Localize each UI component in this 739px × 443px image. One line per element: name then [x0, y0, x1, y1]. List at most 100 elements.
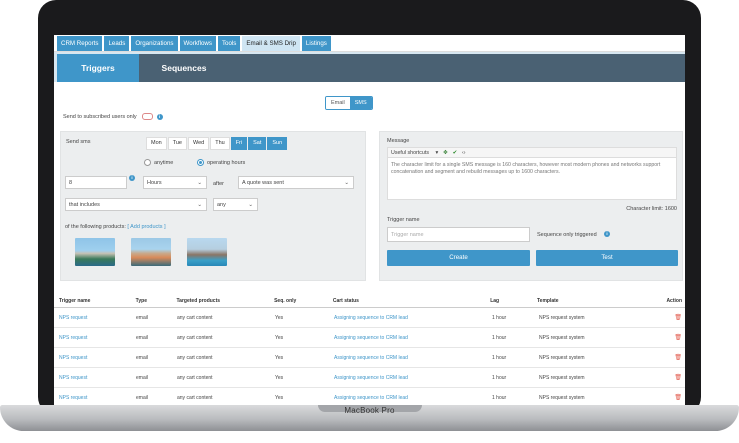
subscribed-only-label: Send to subscribed users only	[63, 113, 137, 120]
cart-status-link[interactable]: Assigning sequence to CRM lead	[334, 355, 492, 361]
top-nav: CRM Reports Leads Organizations Workflow…	[54, 35, 685, 52]
condition-value: that includes	[69, 202, 100, 208]
radio-anytime[interactable]: anytime	[144, 159, 173, 166]
product-thumbnail[interactable]	[131, 238, 171, 266]
cart-status-link[interactable]: Assigning sequence to CRM lead	[334, 315, 492, 321]
day-fri-button[interactable]: Fri	[230, 137, 248, 150]
schedule-panel: Send sms Mon Tue Wed Thu Fri Sat Sun any…	[60, 131, 366, 281]
tab-listings[interactable]: Listings	[301, 36, 331, 51]
event-value: A quote was sent	[242, 180, 284, 186]
condition-select[interactable]: that includes ⌄	[65, 198, 207, 211]
day-wed-button[interactable]: Wed	[187, 137, 210, 150]
day-sat-button[interactable]: Sat	[248, 137, 267, 150]
lag-amount-input[interactable]: 8	[65, 176, 127, 189]
trash-icon[interactable]: 🗑	[674, 355, 682, 361]
tab-workflows[interactable]: Workflows	[179, 36, 216, 51]
event-select[interactable]: A quote was sent ⌄	[238, 176, 354, 189]
add-products-link[interactable]: [ Add products ]	[127, 224, 165, 230]
tab-organizations[interactable]: Organizations	[131, 36, 178, 51]
tab-tools[interactable]: Tools	[217, 36, 241, 51]
radio-operating-label: operating hours	[207, 159, 246, 166]
cell-targeted: any cart content	[177, 314, 213, 321]
cell-lag: 1 hour	[492, 354, 507, 361]
trigger-name-label: Trigger name	[387, 217, 420, 223]
screen: CRM Reports Leads Organizations Workflow…	[54, 35, 685, 405]
subscribed-only-toggle[interactable]	[141, 113, 153, 120]
trash-icon[interactable]: 🗑	[674, 395, 682, 401]
cell-type: email	[136, 374, 148, 381]
cart-status-link[interactable]: Assigning sequence to CRM lead	[334, 375, 492, 381]
day-sun-button[interactable]: Sun	[267, 137, 288, 150]
tab-crm-reports[interactable]: CRM Reports	[57, 36, 103, 51]
table-row[interactable]: NPS request email any cart content Yes A…	[54, 328, 685, 348]
code-icon[interactable]: ‹›	[462, 148, 466, 158]
radio-operating-hours[interactable]: operating hours	[197, 159, 245, 166]
product-thumbnails	[75, 238, 243, 266]
col-template: Template	[536, 297, 559, 304]
info-icon[interactable]: i	[129, 175, 135, 181]
lag-unit-value: Hours	[147, 180, 162, 186]
shortcuts-dropdown[interactable]: Useful shortcuts ▾	[391, 148, 438, 158]
shield-check-icon[interactable]: ✔	[453, 148, 457, 158]
trigger-name-link[interactable]: NPS request	[54, 375, 136, 381]
channel-sms-button[interactable]: SMS	[349, 97, 372, 109]
cell-type: email	[136, 394, 148, 401]
trigger-name-link[interactable]: NPS request	[54, 355, 136, 361]
message-panel: Message Useful shortcuts ▾ ✥ ✔ ‹› The ch…	[379, 131, 683, 281]
radio-anytime-label: anytime	[154, 159, 174, 166]
channel-email-button[interactable]: Email	[326, 97, 350, 109]
col-cart-status: Cart status	[332, 297, 359, 304]
message-label: Message	[387, 138, 410, 144]
trigger-name-link[interactable]: NPS request	[54, 335, 136, 341]
cell-lag: 1 hour	[492, 374, 507, 381]
chevron-down-icon: ⌄	[248, 202, 253, 208]
tab-leads[interactable]: Leads	[104, 36, 130, 51]
cell-lag: 1 hour	[492, 334, 507, 341]
seq-only-label: Sequence only triggered	[537, 232, 597, 238]
trash-icon[interactable]: 🗑	[674, 375, 682, 381]
info-icon[interactable]: i	[604, 231, 610, 237]
tab-sequences[interactable]: Sequences	[139, 54, 229, 82]
table-row[interactable]: NPS request email any cart content Yes A…	[54, 388, 685, 405]
cell-template: NPS request system	[539, 314, 585, 321]
quantifier-value: any	[217, 202, 226, 208]
table-row[interactable]: NPS request email any cart content Yes A…	[54, 308, 685, 328]
cart-status-link[interactable]: Assigning sequence to CRM lead	[334, 395, 492, 401]
tab-email-sms-drip[interactable]: Email & SMS Drip	[242, 36, 300, 51]
product-thumbnail[interactable]	[75, 238, 115, 266]
cell-seq-only: Yes	[275, 314, 284, 321]
char-limit: Character limit: 1600	[626, 206, 677, 212]
trigger-name-input[interactable]: Trigger name	[387, 227, 530, 242]
trash-icon[interactable]: 🗑	[674, 335, 682, 341]
tab-triggers[interactable]: Triggers	[57, 54, 139, 82]
day-mon-button[interactable]: Mon	[146, 137, 167, 150]
message-textarea[interactable]: The character limit for a single SMS mes…	[387, 158, 677, 200]
fullscreen-icon[interactable]: ✥	[443, 148, 447, 158]
create-button[interactable]: Create	[387, 250, 530, 266]
cell-template: NPS request system	[539, 374, 585, 381]
day-tue-button[interactable]: Tue	[167, 137, 187, 150]
products-label: of the following products:	[65, 224, 126, 230]
test-button[interactable]: Test	[536, 250, 678, 266]
col-action: Action	[666, 297, 682, 304]
trigger-name-link[interactable]: NPS request	[54, 395, 136, 401]
product-thumbnail[interactable]	[187, 238, 227, 266]
trash-icon[interactable]: 🗑	[674, 315, 682, 321]
cell-seq-only: Yes	[275, 334, 284, 341]
table-row[interactable]: NPS request email any cart content Yes A…	[54, 348, 685, 368]
cell-targeted: any cart content	[177, 374, 213, 381]
triggers-table: Trigger name Type Targeted products Seq.…	[54, 294, 685, 405]
cart-status-link[interactable]: Assigning sequence to CRM lead	[334, 335, 492, 341]
cell-type: email	[136, 334, 148, 341]
cell-template: NPS request system	[539, 334, 585, 341]
trigger-name-link[interactable]: NPS request	[54, 315, 136, 321]
quantifier-select[interactable]: any ⌄	[213, 198, 258, 211]
day-thu-button[interactable]: Thu	[210, 137, 230, 150]
lag-unit-select[interactable]: Hours ⌄	[143, 176, 207, 189]
radio-dot-selected	[197, 159, 204, 166]
channel-switch: Email SMS	[325, 96, 373, 110]
info-icon[interactable]: i	[156, 113, 163, 120]
table-row[interactable]: NPS request email any cart content Yes A…	[54, 368, 685, 388]
col-lag: Lag	[490, 297, 500, 304]
chevron-down-icon: ⌄	[344, 180, 349, 186]
